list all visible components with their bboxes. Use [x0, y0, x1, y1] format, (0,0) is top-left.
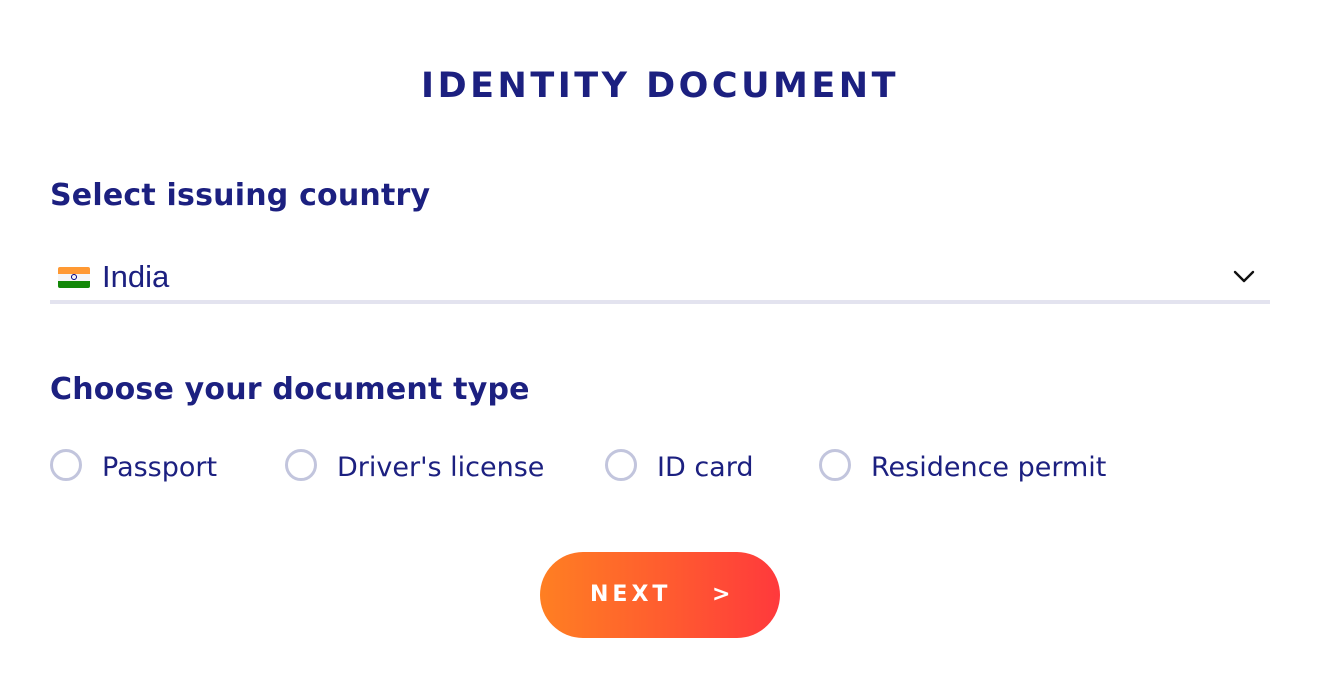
- india-flag-icon: [58, 267, 90, 288]
- document-type-radio-group: Passport Driver's license ID card Reside…: [50, 448, 1270, 490]
- arrow-right-icon: >: [712, 582, 731, 607]
- next-button-label: NEXT: [590, 582, 672, 607]
- select-country-heading: Select issuing country: [50, 178, 431, 213]
- next-button[interactable]: NEXT >: [540, 552, 780, 638]
- radio-button[interactable]: [819, 449, 851, 481]
- chevron-down-icon[interactable]: [1232, 264, 1256, 288]
- radio-button[interactable]: [50, 449, 82, 481]
- selected-country: India: [102, 259, 170, 294]
- radio-label: Passport: [102, 452, 218, 483]
- page-title: IDENTITY DOCUMENT: [421, 66, 899, 106]
- radio-label: Residence permit: [871, 452, 1107, 483]
- country-select[interactable]: India: [50, 252, 1270, 304]
- radio-label: ID card: [657, 452, 754, 483]
- radio-button[interactable]: [285, 449, 317, 481]
- radio-label: Driver's license: [337, 452, 545, 483]
- radio-button[interactable]: [605, 449, 637, 481]
- document-type-heading: Choose your document type: [50, 372, 530, 407]
